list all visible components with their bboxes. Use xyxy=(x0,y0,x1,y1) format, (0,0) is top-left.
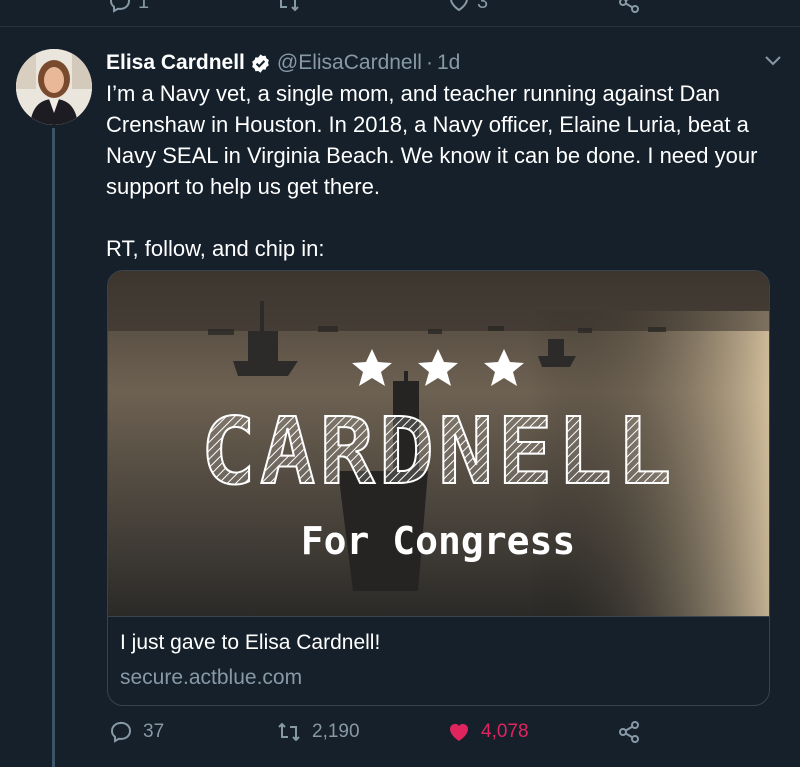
retweet-icon xyxy=(280,0,299,12)
tweet-divider xyxy=(0,26,800,27)
tweet-time[interactable]: 1d xyxy=(437,51,460,75)
card-title: I just gave to Elisa Cardnell! xyxy=(120,631,381,654)
prev-reply-count: 1 xyxy=(138,0,150,13)
tweet-paragraph-2: RT, follow, and chip in: xyxy=(106,236,325,261)
avatar[interactable] xyxy=(16,49,92,125)
prev-like-count: 3 xyxy=(477,0,489,13)
tweet-header: Elisa Cardnell @ElisaCardnell · 1d xyxy=(106,48,460,78)
share-button[interactable] xyxy=(617,716,641,748)
tweet-actions: 37 2,190 4,078 xyxy=(0,716,800,748)
share-icon xyxy=(619,0,639,13)
prev-reply-action[interactable]: 1 xyxy=(108,0,149,14)
retweet-count: 2,190 xyxy=(312,721,360,742)
previous-tweet-actions: 1 3 xyxy=(0,0,800,22)
card-domain: secure.actblue.com xyxy=(120,666,303,689)
like-button[interactable]: 4,078 xyxy=(447,716,529,748)
retweet-icon xyxy=(278,722,300,742)
tweet-paragraph-1: I’m a Navy vet, a single mom, and teache… xyxy=(106,81,758,199)
card-image: CARDNELL For Congress xyxy=(108,271,769,616)
author-handle[interactable]: @ElisaCardnell xyxy=(277,51,422,75)
prev-like-action[interactable]: 3 xyxy=(447,0,488,14)
reply-icon xyxy=(109,0,131,13)
card-image-headline: CARDNELL xyxy=(200,398,675,505)
tweet-text: I’m a Navy vet, a single mom, and teache… xyxy=(106,78,786,264)
verified-icon xyxy=(252,53,269,73)
retweet-button[interactable]: 2,190 xyxy=(276,716,360,748)
thread-line xyxy=(52,128,55,767)
card-image-subline: For Congress xyxy=(301,519,576,563)
prev-share-action[interactable] xyxy=(617,0,641,14)
reply-icon xyxy=(110,721,132,743)
like-icon xyxy=(450,724,468,741)
chevron-down-icon[interactable] xyxy=(763,54,783,68)
reply-button[interactable]: 37 xyxy=(109,716,164,748)
author-name[interactable]: Elisa Cardnell xyxy=(106,51,245,75)
like-icon xyxy=(450,0,468,12)
link-card[interactable]: CARDNELL For Congress I just gave to Eli… xyxy=(107,270,770,706)
prev-retweet-action[interactable] xyxy=(275,0,301,14)
card-separator xyxy=(108,616,769,617)
like-count: 4,078 xyxy=(481,721,529,742)
share-icon xyxy=(619,721,639,743)
header-separator: · xyxy=(425,51,433,74)
reply-count: 37 xyxy=(143,721,165,742)
